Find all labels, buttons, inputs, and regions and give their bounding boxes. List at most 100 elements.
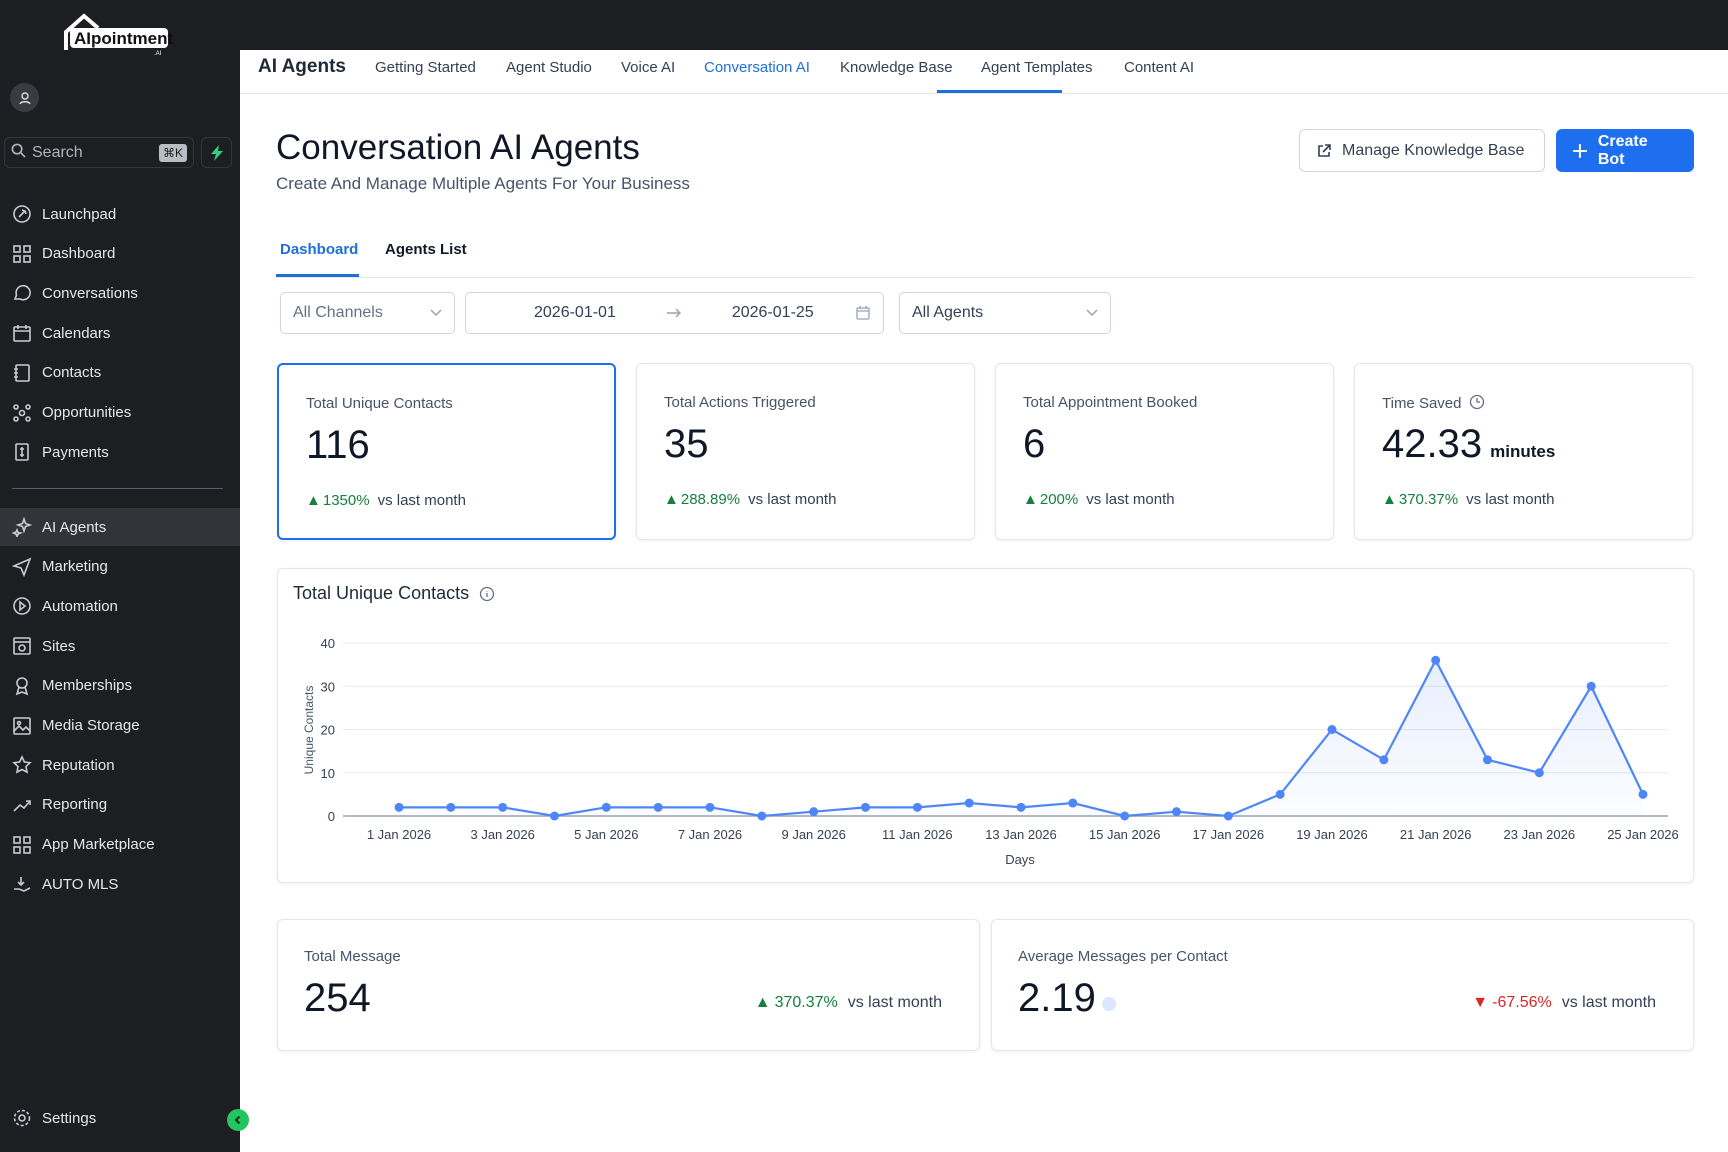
sidebar-item-sites[interactable]: Sites: [0, 627, 240, 665]
kpi-card[interactable]: Total Unique Contacts 116 ▲ 1350% vs last mo…: [277, 363, 616, 540]
kpi-card[interactable]: Total Actions Triggered 35 ▲ 288.89% vs last…: [636, 363, 975, 540]
data-point: [1534, 768, 1544, 778]
manage-knowledge-base-button[interactable]: Manage Knowledge Base: [1299, 129, 1545, 172]
quick-action-button[interactable]: [201, 137, 232, 168]
agent-select[interactable]: All Agents: [899, 292, 1111, 334]
x-tick-label: 1 Jan 2026: [367, 827, 431, 842]
sidebar-item-dashboard[interactable]: Dashboard: [0, 235, 240, 273]
sidebar-item-marketing[interactable]: Marketing: [0, 548, 240, 586]
search-input[interactable]: Search ⌘K: [4, 137, 194, 168]
sidebar-item-reporting[interactable]: Reporting: [0, 786, 240, 824]
data-point: [498, 802, 508, 812]
data-point: [1223, 811, 1233, 821]
delta-value: 370.37%: [1398, 491, 1459, 508]
plus-icon: [1572, 143, 1587, 158]
create-bot-button[interactable]: Create Bot: [1556, 129, 1694, 172]
sidebar-item-calendars[interactable]: Calendars: [0, 314, 240, 352]
sidebar-item-label: Marketing: [42, 558, 108, 576]
tab-content-ai[interactable]: Content AI: [1124, 59, 1194, 76]
kpi-value: 6: [1023, 422, 1045, 467]
grid-icon: [13, 244, 31, 263]
sidebar-item-launchpad[interactable]: Launchpad: [0, 195, 240, 233]
x-tick-label: 11 Jan 2026: [882, 827, 953, 842]
tab-conversation-ai[interactable]: Conversation AI: [704, 59, 810, 76]
sidebar-item-label: Media Storage: [42, 717, 140, 734]
subtab-agents-list[interactable]: Agents List: [385, 241, 467, 258]
trend-up-icon: ▲: [1382, 491, 1397, 508]
kpi-label-text: Total Unique Contacts: [306, 395, 453, 412]
tab-voice-ai[interactable]: Voice AI: [621, 59, 675, 76]
calendar-icon: [13, 325, 31, 342]
delta-compare: vs last month: [1466, 491, 1555, 508]
y-tick-label: 20: [321, 723, 335, 738]
x-tick-label: 21 Jan 2026: [1400, 827, 1472, 842]
data-point: [861, 802, 870, 812]
sidebar-item-contacts[interactable]: Contacts: [0, 354, 240, 392]
sidebar-item-media-storage[interactable]: Media Storage: [0, 707, 240, 745]
sidebar-item-reputation[interactable]: Reputation: [0, 746, 240, 784]
sidebar-item-label: Launchpad: [42, 205, 117, 223]
chat-icon: [13, 285, 31, 301]
tab-agent-templates[interactable]: Agent Templates: [981, 59, 1092, 76]
channel-select[interactable]: All Channels: [280, 292, 455, 334]
active-tab-indicator: [937, 90, 1062, 93]
sidebar-item-app-marketplace[interactable]: App Marketplace: [0, 826, 240, 864]
kpi-delta: ▲ 370.37% vs last month: [1382, 491, 1554, 508]
sidebar-item-automation[interactable]: Automation: [0, 587, 240, 625]
shortcut-badge: ⌘K: [158, 143, 187, 162]
sidebar-item-memberships[interactable]: Memberships: [0, 667, 240, 705]
tab-agent-studio[interactable]: Agent Studio: [506, 59, 592, 76]
sidebar-item-payments[interactable]: Payments: [0, 433, 240, 471]
metric-card: Total Message 254 ▲ 370.37% vs last month: [277, 919, 980, 1051]
search-placeholder: Search: [32, 143, 83, 161]
page-subtitle: Create And Manage Multiple Agents For Yo…: [276, 174, 690, 193]
sidebar-item-label: Contacts: [42, 364, 102, 382]
sidebar-item-label: Dashboard: [42, 245, 116, 263]
sidebar-item-label: Opportunities: [42, 404, 132, 421]
trend-up-icon: ▲: [306, 492, 321, 509]
delta-compare: vs last month: [847, 994, 942, 1011]
subtab-dashboard[interactable]: Dashboard: [280, 241, 358, 258]
sidebar-item-conversations[interactable]: Conversations: [0, 274, 240, 312]
automation-icon: [13, 597, 31, 616]
x-tick-label: 9 Jan 2026: [781, 827, 845, 842]
kpi-card[interactable]: Time Saved 42.33 minutes ▲ 370.37% vs last mo…: [1354, 363, 1693, 540]
active-subtab-indicator: [276, 274, 359, 277]
kpi-label: Total Unique Contacts: [306, 395, 453, 412]
kpi-value: 35: [664, 422, 709, 467]
sidebar-item-label: Settings: [42, 1109, 97, 1127]
data-point: [1016, 802, 1026, 812]
sites-icon: [13, 637, 31, 655]
external-link-icon: [1318, 143, 1331, 157]
sidebar-item-settings[interactable]: Settings: [0, 1099, 240, 1137]
y-tick-label: 0: [328, 809, 335, 824]
chevron-down-icon: [430, 309, 442, 317]
delta-compare: vs last month: [377, 492, 466, 509]
data-point: [1120, 811, 1130, 821]
date-range-picker[interactable]: 2026-01-01 2026-01-25: [465, 292, 884, 334]
delta-compare: vs last month: [1561, 994, 1656, 1011]
sidebar-item-auto-mls[interactable]: AUTO MLS: [0, 865, 240, 903]
kpi-value: 116: [306, 423, 370, 468]
location-avatar[interactable]: [10, 83, 39, 112]
sidebar-item-label: AI Agents: [42, 518, 107, 536]
kpi-value: 42.33 minutes: [1382, 422, 1555, 467]
gear-icon: [13, 1109, 31, 1127]
kpi-card[interactable]: Total Appointment Booked 6 ▲ 200% vs last mo…: [995, 363, 1334, 540]
sidebar-item-opportunities[interactable]: Opportunities: [0, 394, 240, 432]
tab-getting-started[interactable]: Getting Started: [375, 59, 476, 76]
sidebar-item-label: Sites: [42, 637, 76, 655]
svg-text:.AI: .AI: [154, 51, 162, 56]
data-point: [1431, 655, 1441, 665]
data-point: [1327, 725, 1337, 734]
tab-knowledge-base[interactable]: Knowledge Base: [840, 59, 953, 76]
kpi-delta: ▲ 1350% vs last month: [306, 492, 466, 509]
date-start: 2026-01-01: [534, 304, 616, 321]
sidebar-item-ai-agents[interactable]: AI Agents: [0, 508, 240, 546]
kpi-label-text: Time Saved: [1382, 395, 1462, 412]
kpi-delta: ▲ 288.89% vs last month: [664, 491, 836, 508]
star-icon: [12, 755, 32, 774]
button-label: Create Bot: [1597, 132, 1648, 168]
collapse-sidebar-button[interactable]: [227, 1109, 249, 1131]
data-point: [1068, 798, 1078, 808]
